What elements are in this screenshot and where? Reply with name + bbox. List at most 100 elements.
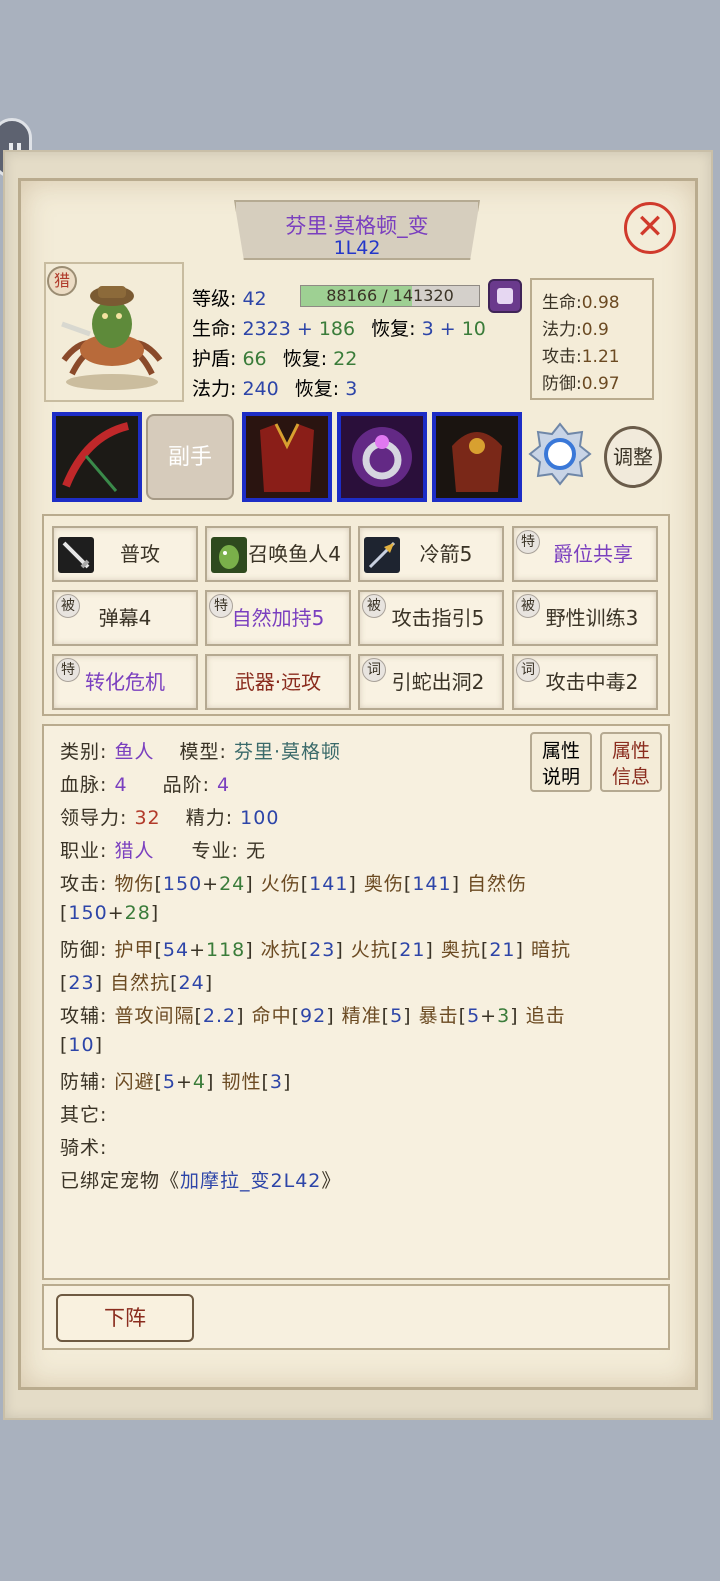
armor-bonus: 118 — [206, 939, 246, 961]
growth-attack: 攻击:1.21 — [542, 342, 620, 367]
hp-regen-plus: + — [439, 318, 456, 340]
close-button[interactable]: ✕ — [624, 202, 676, 254]
other-line: 其它: — [60, 1104, 108, 1126]
armor-label: 护甲 — [114, 939, 155, 961]
model-label: 模型: — [179, 741, 227, 763]
ice-res-label: 冰抗 — [260, 939, 301, 961]
skill-label: 转化危机 — [85, 670, 165, 694]
dodge-label: 闪避 — [114, 1071, 155, 1093]
skill-cold-arrow[interactable]: 冷箭5 — [358, 526, 504, 582]
exp-potion-icon[interactable] — [488, 279, 522, 313]
bound-pet-name[interactable]: 加摩拉_变2L42 — [180, 1170, 321, 1192]
dodge-bonus: 4 — [192, 1071, 206, 1093]
attr-desc-button[interactable]: 属性 说明 — [530, 732, 592, 792]
atk-aux-line: 攻辅: 普攻间隔[2.2] 命中[92] 精准[5] 暴击[5+3] 追击 — [60, 1005, 566, 1027]
defense-label: 防御: — [60, 939, 108, 961]
skill-label: 弹幕4 — [98, 606, 152, 630]
riding-line: 骑术: — [60, 1137, 108, 1159]
phys-bonus: 24 — [219, 873, 246, 895]
bound-pet-prefix: 已绑定宠物 — [60, 1170, 161, 1192]
interval-label: 普攻间隔 — [114, 1005, 195, 1027]
level-value: 42 — [242, 288, 267, 310]
energy-label: 精力: — [185, 807, 234, 829]
skill-rank-share[interactable]: 特 爵位共享 — [512, 526, 658, 582]
exp-text: 88166 / 141320 — [326, 286, 454, 305]
arcane-res-value: 21 — [489, 939, 516, 961]
def-aux-label: 防辅: — [60, 1071, 108, 1093]
mana-value: 240 — [242, 378, 279, 400]
hp-row: 生命: 2323 + 186 恢复: 3 + 10 — [192, 314, 486, 341]
skill-attack-poison[interactable]: 词 攻击中毒2 — [512, 654, 658, 710]
adjust-button[interactable]: 调整 — [604, 426, 662, 488]
character-name: 芬里·莫格顿_变 — [285, 214, 429, 238]
specialty-label: 专业: — [191, 840, 239, 862]
category-value: 鱼人 — [114, 741, 155, 763]
atk-aux-line-2: [10] — [60, 1034, 104, 1056]
ring-icon — [341, 416, 423, 498]
chase-label: 追击 — [525, 1005, 566, 1027]
dodge-base: 5 — [162, 1071, 176, 1093]
equip-slot-ring[interactable] — [337, 412, 427, 502]
growth-attack-label: 攻击: — [542, 347, 582, 367]
skill-attack-guide[interactable]: 被 攻击指引5 — [358, 590, 504, 646]
equip-slot-weapon[interactable] — [52, 412, 142, 502]
attack-label: 攻击: — [60, 873, 108, 895]
growth-hp-value: 0.98 — [581, 293, 620, 313]
growth-mana-label: 法力: — [542, 320, 582, 340]
nature-res-value: 24 — [178, 972, 205, 994]
skill-label: 冷箭5 — [419, 542, 473, 566]
fire-label: 火伤 — [260, 873, 301, 895]
tough-value: 3 — [269, 1071, 283, 1093]
equip-slot-armor[interactable] — [242, 412, 332, 502]
skill-nature-blessing[interactable]: 特 自然加持5 — [205, 590, 351, 646]
skill-weapon-ranged[interactable]: 武器·远攻 — [205, 654, 351, 710]
skill-barrage[interactable]: 被 弹幕4 — [52, 590, 198, 646]
hp-plus: + — [296, 318, 313, 340]
leadership-label: 领导力: — [60, 807, 128, 829]
nature-bonus: 28 — [124, 902, 151, 924]
shoulder-armor-icon — [436, 416, 518, 498]
attr-info-button[interactable]: 属性 信息 — [600, 732, 662, 792]
leave-formation-button[interactable]: 下阵 — [56, 1294, 194, 1342]
equip-slot-offhand[interactable]: 副手 — [146, 414, 234, 500]
hp-regen-bonus: 10 — [461, 318, 486, 340]
skill-label: 爵位共享 — [553, 542, 633, 566]
atk-aux-label: 攻辅: — [60, 1005, 108, 1027]
medal-icon[interactable] — [528, 422, 592, 486]
leadership-line: 领导力: 32 精力: 100 — [60, 803, 279, 830]
arcane-value: 141 — [412, 873, 452, 895]
ice-res-value: 23 — [309, 939, 336, 961]
skill-label: 野性训练3 — [545, 606, 639, 630]
hp-bonus: 186 — [318, 318, 356, 340]
defense-line: 防御: 护甲[54+118] 冰抗[23] 火抗[21] 奥抗[21] 暗抗 — [60, 939, 571, 961]
skill-crisis-convert[interactable]: 特 转化危机 — [52, 654, 198, 710]
shield-row: 护盾: 66 恢复: 22 — [192, 344, 357, 371]
job-line: 职业: 猎人 专业: 无 — [60, 836, 266, 863]
hit-value: 92 — [300, 1005, 327, 1027]
growth-mana: 法力:0.9 — [542, 315, 609, 340]
attack-line-2: [150+28] — [60, 902, 160, 924]
precision-label: 精准 — [341, 1005, 382, 1027]
shadow-res-label: 暗抗 — [530, 939, 571, 961]
fire-res-value: 21 — [399, 939, 426, 961]
skill-normal-attack[interactable]: 普攻 — [52, 526, 198, 582]
fire-value: 141 — [309, 873, 349, 895]
energy-value: 100 — [240, 807, 280, 829]
category-label: 类别: — [60, 741, 108, 763]
class-badge: 猎 — [47, 266, 77, 296]
chase-value: 10 — [68, 1034, 95, 1056]
skill-label: 召唤鱼人4 — [248, 542, 341, 566]
attack-line: 攻击: 物伤[150+24] 火伤[141] 奥伤[141] 自然伤 — [60, 873, 528, 895]
skill-wild-training[interactable]: 被 野性训练3 — [512, 590, 658, 646]
specialty-value: 无 — [245, 840, 266, 862]
screen: 芬里·莫格顿_变 1L42 ✕ 猎 等级: 42 88166 / 141320 … — [0, 0, 720, 1581]
equip-slot-helmet[interactable] — [432, 412, 522, 502]
armor-icon — [246, 416, 328, 498]
skill-summon-murloc[interactable]: 召唤鱼人4 — [205, 526, 351, 582]
mana-label: 法力: — [192, 378, 237, 400]
skill-lure-snake[interactable]: 词 引蛇出洞2 — [358, 654, 504, 710]
bound-pet-line: 已绑定宠物《加摩拉_变2L42》 — [60, 1170, 342, 1192]
leadership-value: 32 — [134, 807, 161, 829]
growth-box: 生命:0.98 法力:0.9 攻击:1.21 防御:0.97 — [530, 278, 654, 400]
skill-label: 攻击中毒2 — [545, 670, 639, 694]
